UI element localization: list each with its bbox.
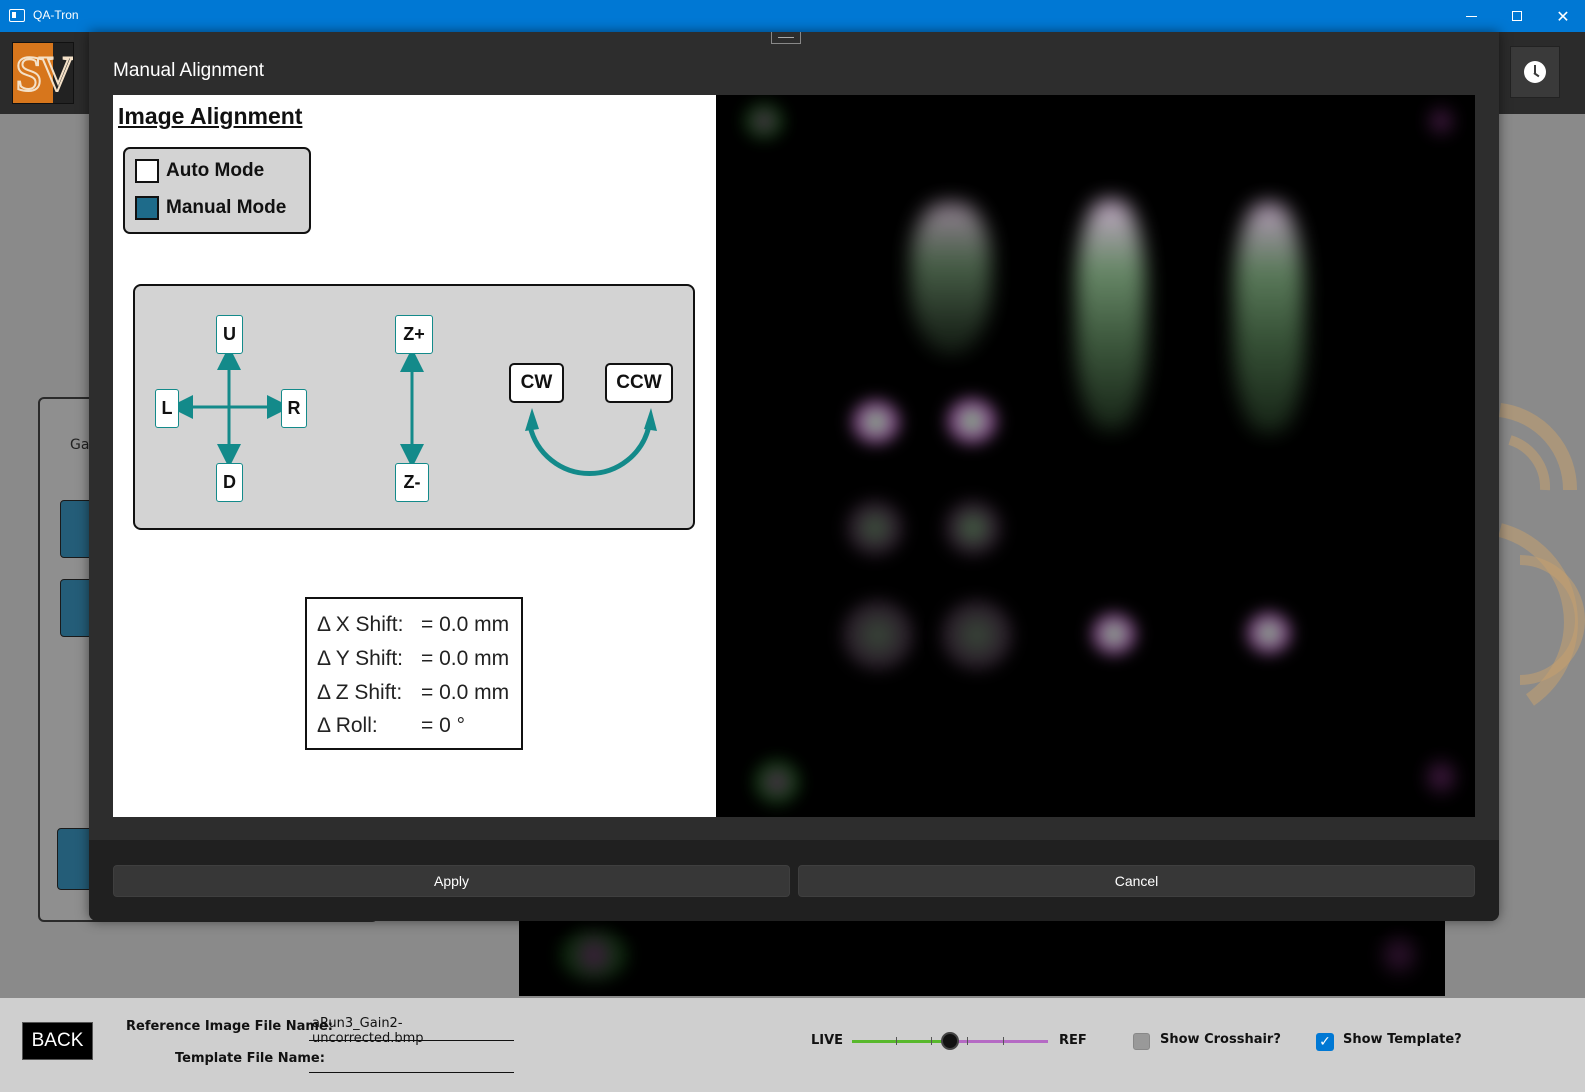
image-dot <box>941 600 1013 670</box>
rotate-cw-button[interactable]: CW <box>509 363 564 403</box>
image-column <box>1076 200 1146 430</box>
image-dot <box>944 500 1002 556</box>
background-image-preview <box>519 920 1445 996</box>
minimize-button[interactable] <box>1448 0 1494 32</box>
auto-mode-option[interactable]: Auto Mode <box>135 159 264 183</box>
image-preview[interactable] <box>716 95 1475 817</box>
image-column <box>1234 203 1304 433</box>
auto-mode-label[interactable]: Auto Mode <box>166 160 264 182</box>
window-titlebar: QA-Tron ✕ <box>0 0 1585 32</box>
shift-readout: Δ X Shift: = 0.0 mm Δ Y Shift: = 0.0 mm … <box>305 597 523 750</box>
app-icon <box>9 9 25 22</box>
maximize-button[interactable] <box>1494 0 1540 32</box>
y-shift-label: Δ Y Shift: <box>317 647 404 670</box>
template-file-label: Template File Name: <box>175 1051 325 1066</box>
image-dot <box>851 400 901 444</box>
reference-file-label: Reference Image File Name: <box>126 1019 333 1034</box>
alignment-control-panel: Image Alignment Auto Mode Manual Mode U … <box>113 95 716 817</box>
show-template-checkbox[interactable]: ✓ <box>1316 1033 1334 1051</box>
close-button[interactable]: ✕ <box>1540 0 1585 32</box>
section-title: Image Alignment <box>118 103 303 129</box>
app-logo: SV <box>12 42 74 104</box>
manual-mode-label[interactable]: Manual Mode <box>166 197 286 219</box>
live-label: LIVE <box>811 1033 844 1048</box>
roll-label: Δ Roll: <box>317 714 378 737</box>
move-down-button[interactable]: D <box>216 463 243 502</box>
slider-tick <box>1003 1037 1004 1045</box>
dialog-title: Manual Alignment <box>113 60 265 81</box>
background-rings-graphic <box>1498 403 1585 706</box>
image-blob <box>1424 755 1458 799</box>
auto-mode-checkbox[interactable] <box>135 159 159 183</box>
z-plus-button[interactable]: Z+ <box>395 315 433 354</box>
y-shift-value: = 0.0 mm <box>421 647 510 670</box>
image-blob <box>1426 103 1456 139</box>
z-minus-button[interactable]: Z- <box>395 463 429 502</box>
minimize-icon <box>1465 15 1477 17</box>
history-button[interactable] <box>1510 46 1560 98</box>
drag-handle-icon[interactable] <box>771 32 801 44</box>
mode-selector: Auto Mode Manual Mode <box>123 147 311 234</box>
roll-value: = 0 ° <box>421 714 466 737</box>
image-dot <box>846 500 904 556</box>
x-shift-label: Δ X Shift: <box>317 613 404 636</box>
slider-ref-segment <box>950 1040 1048 1043</box>
window-title: QA-Tron <box>33 8 79 22</box>
reference-file-field[interactable]: aRun3_Gain2-uncorrected.bmp <box>309 1016 514 1046</box>
show-crosshair-label[interactable]: Show Crosshair? <box>1160 1032 1281 1047</box>
x-shift-value: = 0.0 mm <box>421 613 510 636</box>
logo-text: SV <box>14 44 73 102</box>
clock-icon <box>1524 61 1546 83</box>
checkmark-icon: ✓ <box>1319 1034 1331 1050</box>
maximize-icon <box>1512 11 1522 21</box>
show-crosshair-checkbox[interactable] <box>1133 1033 1150 1050</box>
move-up-button[interactable]: U <box>216 315 243 354</box>
image-dot <box>1246 612 1292 654</box>
slider-live-segment <box>852 1040 950 1043</box>
ref-label: REF <box>1059 1033 1087 1048</box>
image-blob <box>1379 930 1419 980</box>
slider-tick <box>931 1037 932 1045</box>
image-blob <box>559 930 629 980</box>
slider-tick <box>967 1037 968 1045</box>
template-file-field[interactable] <box>309 1048 514 1073</box>
image-dot <box>946 398 998 444</box>
background-panel-label: Ga <box>70 437 90 453</box>
image-blob <box>744 103 784 139</box>
manual-mode-checkbox[interactable] <box>135 196 159 220</box>
image-dot <box>1091 613 1137 655</box>
image-column <box>911 203 991 353</box>
slider-tick <box>896 1037 897 1045</box>
rotate-ccw-button[interactable]: CCW <box>605 363 673 403</box>
show-template-label[interactable]: Show Template? <box>1343 1032 1462 1047</box>
back-button[interactable]: BACK <box>22 1022 93 1060</box>
move-right-button[interactable]: R <box>281 389 307 428</box>
manual-mode-option[interactable]: Manual Mode <box>135 196 286 220</box>
cancel-button[interactable]: Cancel <box>798 865 1475 897</box>
jog-controls: U D L R Z+ Z- CW CCW <box>133 284 695 530</box>
image-dot <box>842 600 914 670</box>
apply-button[interactable]: Apply <box>113 865 790 897</box>
move-left-button[interactable]: L <box>155 389 179 428</box>
z-shift-label: Δ Z Shift: <box>317 681 403 704</box>
blend-slider-thumb[interactable] <box>941 1032 959 1050</box>
image-blob <box>754 760 800 804</box>
z-shift-value: = 0.0 mm <box>421 681 510 704</box>
